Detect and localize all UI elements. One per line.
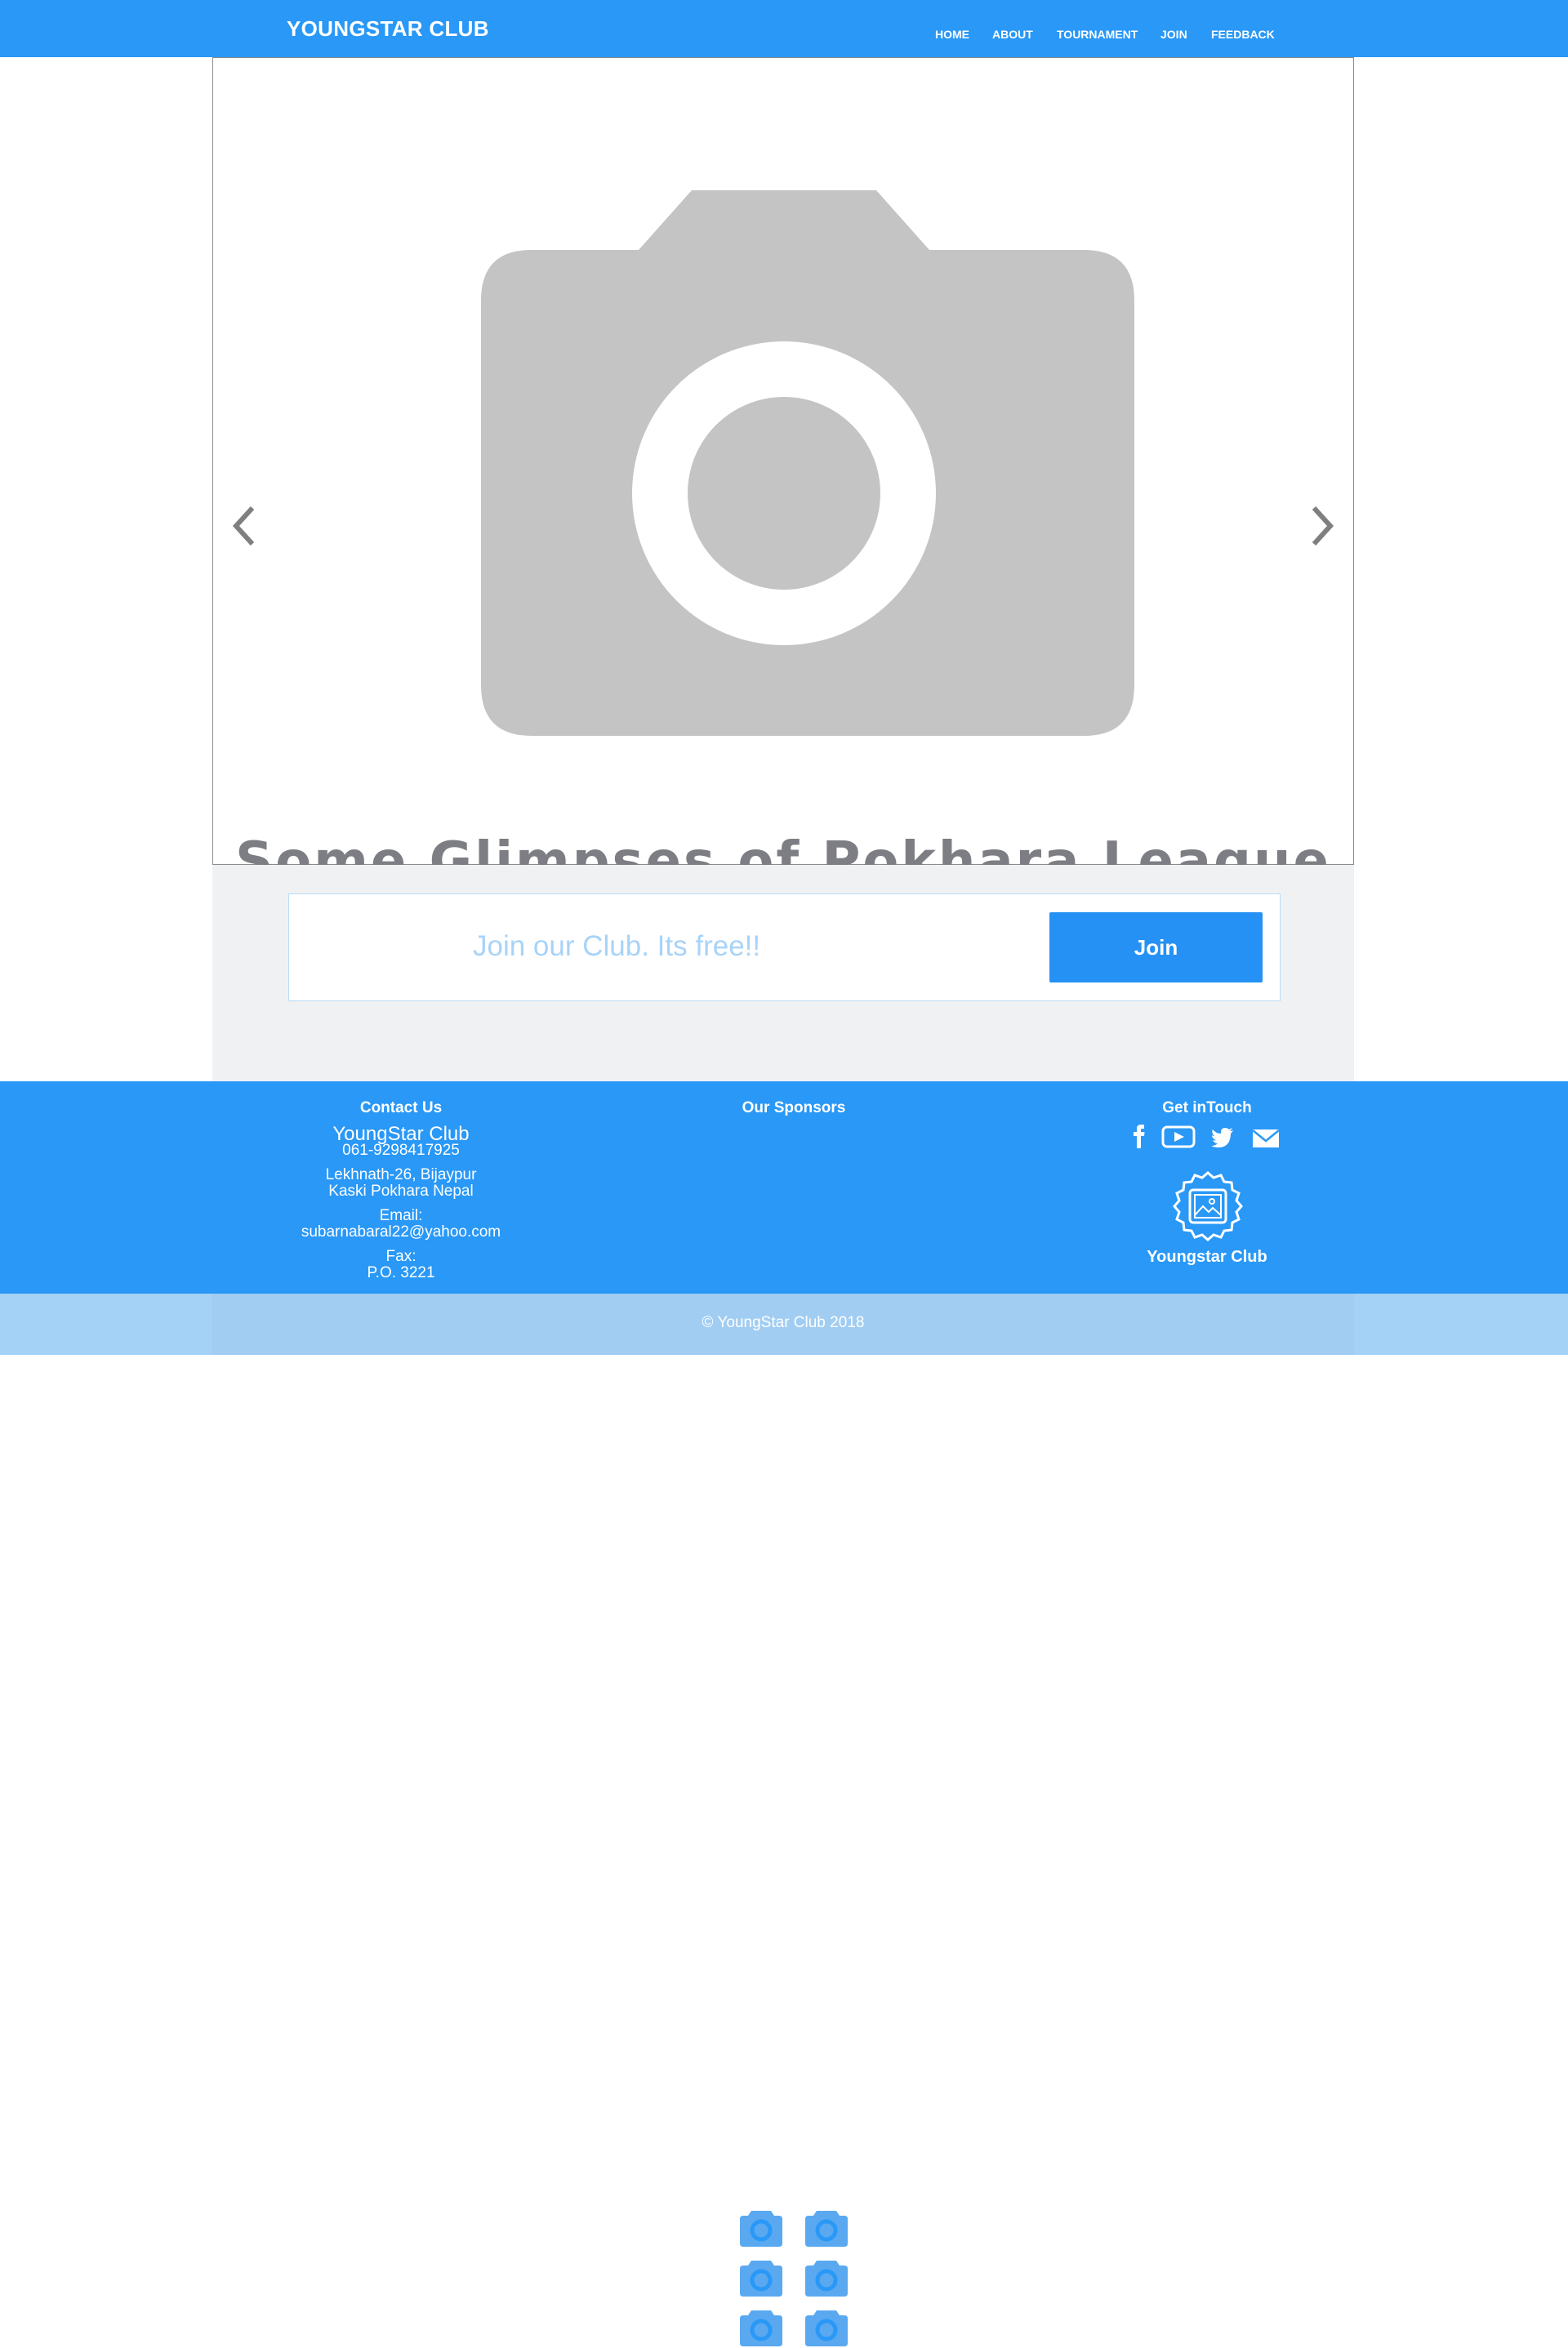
contact-fax-label: Fax: — [385, 1248, 416, 1265]
chevron-left-icon[interactable] — [229, 503, 262, 549]
join-section: Join our Club. Its free!! Join — [212, 865, 1354, 1081]
mail-icon[interactable] — [1251, 1124, 1281, 1150]
contact-address-line2: Kaski Pokhara Nepal — [328, 1183, 474, 1200]
nav-home[interactable]: HOME — [935, 28, 969, 41]
facebook-icon[interactable] — [1131, 1124, 1147, 1150]
image-carousel: Some Glimpses of Pokhara League — [212, 57, 1354, 888]
twitter-icon[interactable] — [1210, 1124, 1235, 1150]
sponsor-logo-camera-icon[interactable] — [804, 2307, 849, 2348]
sponsor-logo-camera-icon[interactable] — [804, 2208, 849, 2248]
copyright-text: © YoungStar Club 2018 — [702, 1314, 865, 1331]
main-nav: HOME ABOUT TOURNAMENT JOIN FEEDBACK — [0, 28, 1568, 44]
sponsor-logo-camera-icon[interactable] — [738, 2208, 784, 2248]
copyright-bar: © YoungStar Club 2018 — [0, 1294, 1568, 1355]
contact-address-line1: Lekhnath-26, Bijaypur — [325, 1166, 477, 1183]
badge-label: Youngstar Club — [1147, 1248, 1267, 1266]
club-badge-icon — [1173, 1171, 1243, 1241]
contact-email-label: Email: — [379, 1207, 423, 1224]
copyright-bar-inner: © YoungStar Club 2018 — [212, 1294, 1354, 1355]
top-nav-bar: YOUNGSTAR CLUB HOME ABOUT TOURNAMENT JOI… — [0, 0, 1568, 57]
sponsors-heading: Our Sponsors — [742, 1099, 846, 1116]
chevron-right-icon[interactable] — [1304, 503, 1337, 549]
sponsor-logo-camera-icon[interactable] — [804, 2257, 849, 2298]
contact-po-box: P.O. 3221 — [367, 1264, 435, 1281]
contact-heading: Contact Us — [359, 1099, 443, 1116]
sponsor-logo-camera-icon[interactable] — [738, 2257, 784, 2298]
join-callout: Join our Club. Its free!! Join — [288, 893, 1281, 1001]
sponsor-logo-camera-icon[interactable] — [738, 2307, 784, 2348]
footer: Contact Us YoungStar Club 061-9298417925… — [0, 1081, 1568, 2346]
join-prompt: Join our Club. Its free!! — [473, 930, 761, 962]
youtube-icon[interactable] — [1161, 1124, 1196, 1150]
nav-tournament[interactable]: TOURNAMENT — [1057, 28, 1138, 41]
contact-phone: 061-9298417925 — [342, 1142, 460, 1159]
nav-about[interactable]: ABOUT — [992, 28, 1033, 41]
nav-feedback[interactable]: FEEDBACK — [1211, 28, 1275, 41]
contact-email[interactable]: subarnabaral22@yahoo.com — [270, 1224, 532, 1241]
camera-icon — [481, 190, 1134, 736]
join-button[interactable]: Join — [1049, 912, 1263, 982]
get-in-touch-heading: Get inTouch — [1162, 1099, 1252, 1116]
nav-join[interactable]: JOIN — [1160, 28, 1187, 41]
